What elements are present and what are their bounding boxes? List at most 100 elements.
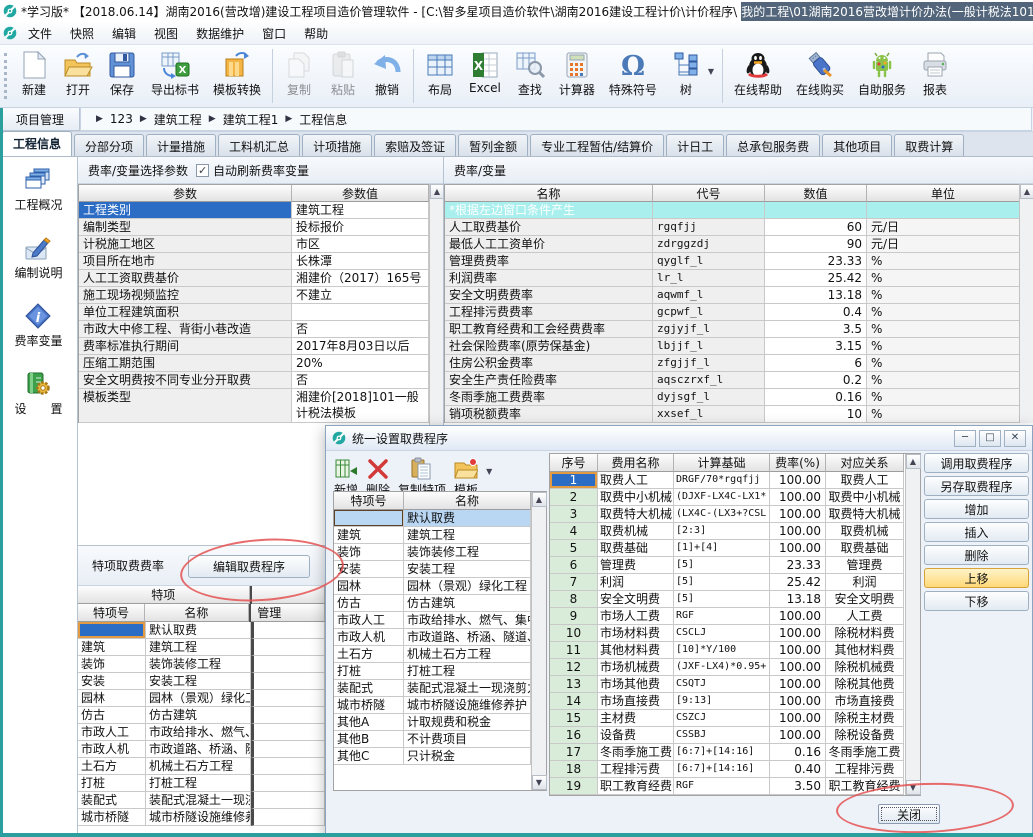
- param-row[interactable]: 工程类别 建筑工程: [79, 202, 444, 219]
- dialog-action-button[interactable]: 下移: [924, 591, 1029, 611]
- column-header[interactable]: 单位: [867, 185, 1020, 202]
- restore-icon[interactable]: □: [979, 430, 1001, 447]
- var-row[interactable]: 工程排污费费率 gcpwf_l 0.4 %: [445, 304, 1020, 321]
- special-fee-row[interactable]: 打桩 打桩工程: [78, 775, 325, 792]
- var-row[interactable]: 销项税额费率 xxsef_l 10 %: [445, 406, 1020, 423]
- fee-row[interactable]: 13 市场其他费 CSQTJ 100.00 除税其他费: [550, 676, 920, 693]
- fee-table-scrollbar[interactable]: ▲ ▼: [905, 454, 920, 795]
- column-header[interactable]: 特项号: [78, 604, 145, 622]
- document-tab[interactable]: 计量措施: [146, 134, 216, 156]
- document-tab[interactable]: 总承包服务费: [726, 134, 820, 156]
- fee-row[interactable]: 2 取费中小机械 (DJXF-LX4C-LX1* 100.00 取费中小机械: [550, 489, 920, 506]
- dialog-special-row[interactable]: 市政人机 市政道路、桥涵、隧道、: [334, 629, 546, 646]
- scroll-up-icon[interactable]: ▲: [1020, 184, 1033, 199]
- close-icon[interactable]: ✕: [1004, 430, 1026, 447]
- fee-row[interactable]: 14 市场直接费 [9:13] 100.00 市场直接费: [550, 693, 920, 710]
- column-header[interactable]: 参数值: [292, 185, 429, 202]
- fee-row[interactable]: 9 市场人工费 RGF 100.00 人工费: [550, 608, 920, 625]
- param-row[interactable]: 单位工程建筑面积: [79, 304, 444, 321]
- param-row[interactable]: 项目所在地市 长株潭: [79, 253, 444, 270]
- dialog-special-row[interactable]: 仿古 仿古建筑: [334, 595, 546, 612]
- scroll-up-icon[interactable]: ▲: [532, 492, 547, 507]
- menu-item[interactable]: 数据维护: [187, 24, 253, 44]
- fee-row[interactable]: 19 职工教育经费 RGF 3.50 职工教育经费: [550, 778, 920, 795]
- document-tab[interactable]: 工程信息: [2, 131, 72, 156]
- tree-dropdown-arrow-icon[interactable]: ▼: [708, 67, 718, 90]
- fee-row[interactable]: 10 市场材料费 CSCLJ 100.00 除税材料费: [550, 625, 920, 642]
- dialog-action-button[interactable]: 插入: [924, 522, 1029, 542]
- column-header[interactable]: 管理: [251, 604, 325, 622]
- special-fee-row[interactable]: 装饰 装饰装修工程: [78, 656, 325, 673]
- toolbar-button[interactable]: 计算器: [552, 49, 602, 98]
- document-tab[interactable]: 暂列金额: [458, 134, 528, 156]
- var-row[interactable]: 安全文明费费率 aqwmf_l 13.18 %: [445, 287, 1020, 304]
- column-header[interactable]: 数值: [765, 185, 867, 202]
- fee-row[interactable]: 11 其他材料费 [10]*Y/100 100.00 其他材料费: [550, 642, 920, 659]
- toolbar-button[interactable]: 模板转换: [206, 49, 268, 98]
- sidebar-item[interactable]: 编制说明: [14, 235, 62, 281]
- menu-item[interactable]: 窗口: [253, 24, 295, 44]
- param-row[interactable]: 压缩工期范围 20%: [79, 355, 444, 372]
- document-tab[interactable]: 索赔及签证: [374, 134, 456, 156]
- breadcrumb-item[interactable]: ▶ 建筑工程: [133, 111, 202, 128]
- toolbar-button[interactable]: X 导出标书: [144, 49, 206, 98]
- column-header[interactable]: 名称: [145, 604, 249, 622]
- scroll-down-icon[interactable]: ▼: [532, 775, 547, 790]
- dialog-list-scrollbar[interactable]: ▲ ▼: [531, 492, 546, 790]
- scroll-down-icon[interactable]: ▼: [906, 780, 921, 795]
- dialog-action-button[interactable]: 调用取费程序: [924, 453, 1029, 473]
- var-row[interactable]: *根据左边窗口条件产生: [445, 202, 1020, 219]
- edit-fee-program-button[interactable]: 编辑取费程序: [188, 555, 310, 578]
- special-fee-row[interactable]: 默认取费: [78, 622, 325, 639]
- dialog-special-row[interactable]: 市政人工 市政给排水、燃气、集中: [334, 612, 546, 629]
- dialog-special-row[interactable]: 土石方 机械土石方工程: [334, 646, 546, 663]
- special-fee-row[interactable]: 仿古 仿古建筑: [78, 707, 325, 724]
- param-row[interactable]: 市政大中修工程、背街小巷改造 否: [79, 321, 444, 338]
- menu-item[interactable]: 视图: [145, 24, 187, 44]
- menu-item[interactable]: 快照: [61, 24, 103, 44]
- param-row[interactable]: 计税施工地区 市区: [79, 236, 444, 253]
- auto-refresh-checkbox[interactable]: ✓: [196, 164, 209, 177]
- dialog-special-row[interactable]: 安装 安装工程: [334, 561, 546, 578]
- template-dropdown-arrow-icon[interactable]: ▼: [486, 467, 492, 488]
- fee-row[interactable]: 5 取费基础 [1]+[4] 100.00 取费基础: [550, 540, 920, 557]
- sidebar-item[interactable]: i 费率变量: [14, 303, 62, 349]
- fee-row[interactable]: 6 管理费 [5] 23.33 管理费: [550, 557, 920, 574]
- var-row[interactable]: 管理费费率 qyglf_l 23.33 %: [445, 253, 1020, 270]
- toolbar-button[interactable]: 新建: [12, 49, 56, 98]
- special-fee-row[interactable]: 建筑 建筑工程: [78, 639, 325, 656]
- param-row[interactable]: 费率标准执行期间 2017年8月03日以后: [79, 338, 444, 355]
- breadcrumb-item[interactable]: ▶ 123: [89, 112, 133, 126]
- special-fee-row[interactable]: 城市桥隧 城市桥隧设施维修养护: [78, 809, 325, 826]
- fee-row[interactable]: 3 取费特大机械 (LX4C-(LX3+?CSL 100.00 取费特大机械: [550, 506, 920, 523]
- fee-row[interactable]: 7 利润 [5] 25.42 利润: [550, 574, 920, 591]
- toolbar-button[interactable]: X Excel: [462, 49, 508, 98]
- project-manager-tab[interactable]: 项目管理: [0, 108, 80, 131]
- dialog-action-button[interactable]: 删除: [924, 545, 1029, 565]
- dialog-special-row[interactable]: 其他B 不计费项目: [334, 731, 546, 748]
- document-tab[interactable]: 工料机汇总: [218, 134, 300, 156]
- document-tab[interactable]: 分部分项: [74, 134, 144, 156]
- var-row[interactable]: 安全生产责任险费率 aqsczrxf_l 0.2 %: [445, 372, 1020, 389]
- dialog-special-row[interactable]: 园林 园林（景观）绿化工程: [334, 578, 546, 595]
- document-tab[interactable]: 计日工: [666, 134, 724, 156]
- param-row[interactable]: 编制类型 投标报价: [79, 219, 444, 236]
- dialog-action-button[interactable]: 上移: [924, 568, 1029, 588]
- document-tab[interactable]: 计项措施: [302, 134, 372, 156]
- dialog-action-button[interactable]: 增加: [924, 499, 1029, 519]
- column-header[interactable]: 对应关系: [826, 454, 904, 472]
- dialog-title-bar[interactable]: 统一设置取费程序 ─ □ ✕: [326, 426, 1032, 451]
- dialog-special-row[interactable]: 建筑 建筑工程: [334, 527, 546, 544]
- dialog-close-button[interactable]: 关闭: [878, 804, 940, 824]
- param-row[interactable]: 人工工资取费基价 湘建价（2017）165号: [79, 270, 444, 287]
- toolbar-button[interactable]: 在线购买: [789, 49, 851, 98]
- document-tab[interactable]: 专业工程暂估/结算价: [530, 134, 664, 156]
- toolbar-button[interactable]: 撤销: [365, 49, 409, 98]
- fee-row[interactable]: 17 冬雨季施工费 [6:7]+[14:16] 0.16 冬雨季施工费: [550, 744, 920, 761]
- fee-row[interactable]: 15 主材费 CSZCJ 100.00 除税主材费: [550, 710, 920, 727]
- special-fee-row[interactable]: 安装 安装工程: [78, 673, 325, 690]
- param-row[interactable]: 施工现场视频监控 不建立: [79, 287, 444, 304]
- dialog-special-row[interactable]: 其他C 只计税金: [334, 748, 546, 765]
- special-fee-row[interactable]: 园林 园林（景观）绿化工程: [78, 690, 325, 707]
- sidebar-item[interactable]: 工程概况: [14, 167, 62, 213]
